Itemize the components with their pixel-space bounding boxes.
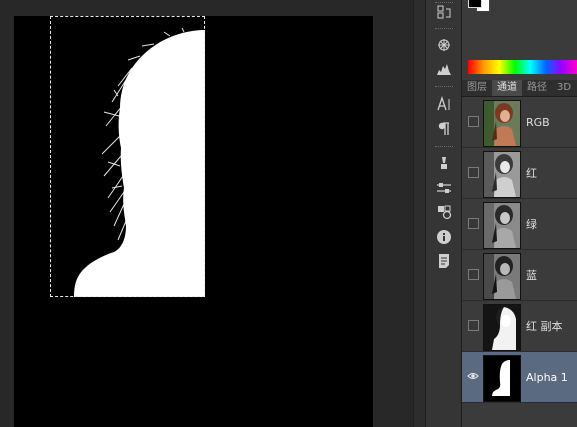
channel-thumbnail [483, 304, 521, 351]
dock-grip[interactable] [435, 86, 453, 89]
tool-presets-icon[interactable] [432, 152, 456, 174]
channel-label: RGB [526, 116, 550, 129]
channel-row-green[interactable]: 绿 [462, 199, 577, 250]
panel-dock [425, 0, 462, 427]
dock-grip[interactable] [435, 28, 453, 31]
visibility-toggle[interactable] [468, 218, 479, 229]
channel-thumbnail [483, 151, 521, 198]
history-icon[interactable] [432, 2, 456, 24]
tab-channels[interactable]: 通道 [492, 80, 522, 96]
color-panel [462, 0, 577, 80]
channel-row-red[interactable]: 红 [462, 148, 577, 199]
channel-thumbnail [483, 355, 521, 402]
clone-source-icon[interactable] [432, 201, 456, 223]
channel-label: Alpha 1 [526, 371, 568, 384]
eye-icon[interactable] [467, 370, 479, 382]
tab-paths[interactable]: 路径 [522, 80, 552, 96]
adjustments-icon[interactable] [432, 177, 456, 199]
tab-layers[interactable]: 图层 [462, 80, 492, 96]
channel-row-red-copy[interactable]: 红 副本 [462, 301, 577, 352]
channel-row-blue[interactable]: 蓝 [462, 250, 577, 301]
channel-label: 红 [526, 167, 537, 180]
dock-grip[interactable] [435, 146, 453, 149]
visibility-toggle[interactable] [468, 167, 479, 178]
character-icon[interactable] [432, 93, 456, 115]
channel-row-rgb[interactable]: RGB [462, 97, 577, 148]
histogram-icon[interactable] [432, 58, 456, 80]
notes-icon[interactable] [432, 250, 456, 272]
document-canvas[interactable] [14, 16, 373, 427]
alpha-mask-image [14, 16, 373, 427]
channel-label: 绿 [526, 218, 537, 231]
right-panel-column: 图层 通道 路径 3D RGB 红 绿 蓝 红 副本 Alpha 1 [462, 0, 577, 427]
panel-tab-bar: 图层 通道 路径 3D [462, 80, 577, 97]
channel-row-alpha-1[interactable]: Alpha 1 [462, 352, 577, 403]
channel-thumbnail [483, 100, 521, 147]
info-icon[interactable] [432, 226, 456, 248]
foreground-color-swatch[interactable] [468, 0, 482, 8]
channel-thumbnail [483, 202, 521, 249]
color-spectrum-bar[interactable] [468, 60, 577, 74]
document-workspace [0, 0, 426, 427]
channel-list: RGB 红 绿 蓝 红 副本 Alpha 1 [462, 97, 577, 427]
brush-settings-icon[interactable] [432, 34, 456, 56]
visibility-toggle[interactable] [468, 269, 479, 280]
tab-3d[interactable]: 3D [552, 80, 576, 96]
visibility-toggle[interactable] [468, 116, 479, 127]
visibility-toggle[interactable] [468, 320, 479, 331]
channel-thumbnail [483, 253, 521, 300]
paragraph-icon[interactable] [432, 118, 456, 140]
channel-label: 蓝 [526, 269, 537, 282]
channel-label: 红 副本 [526, 320, 563, 333]
